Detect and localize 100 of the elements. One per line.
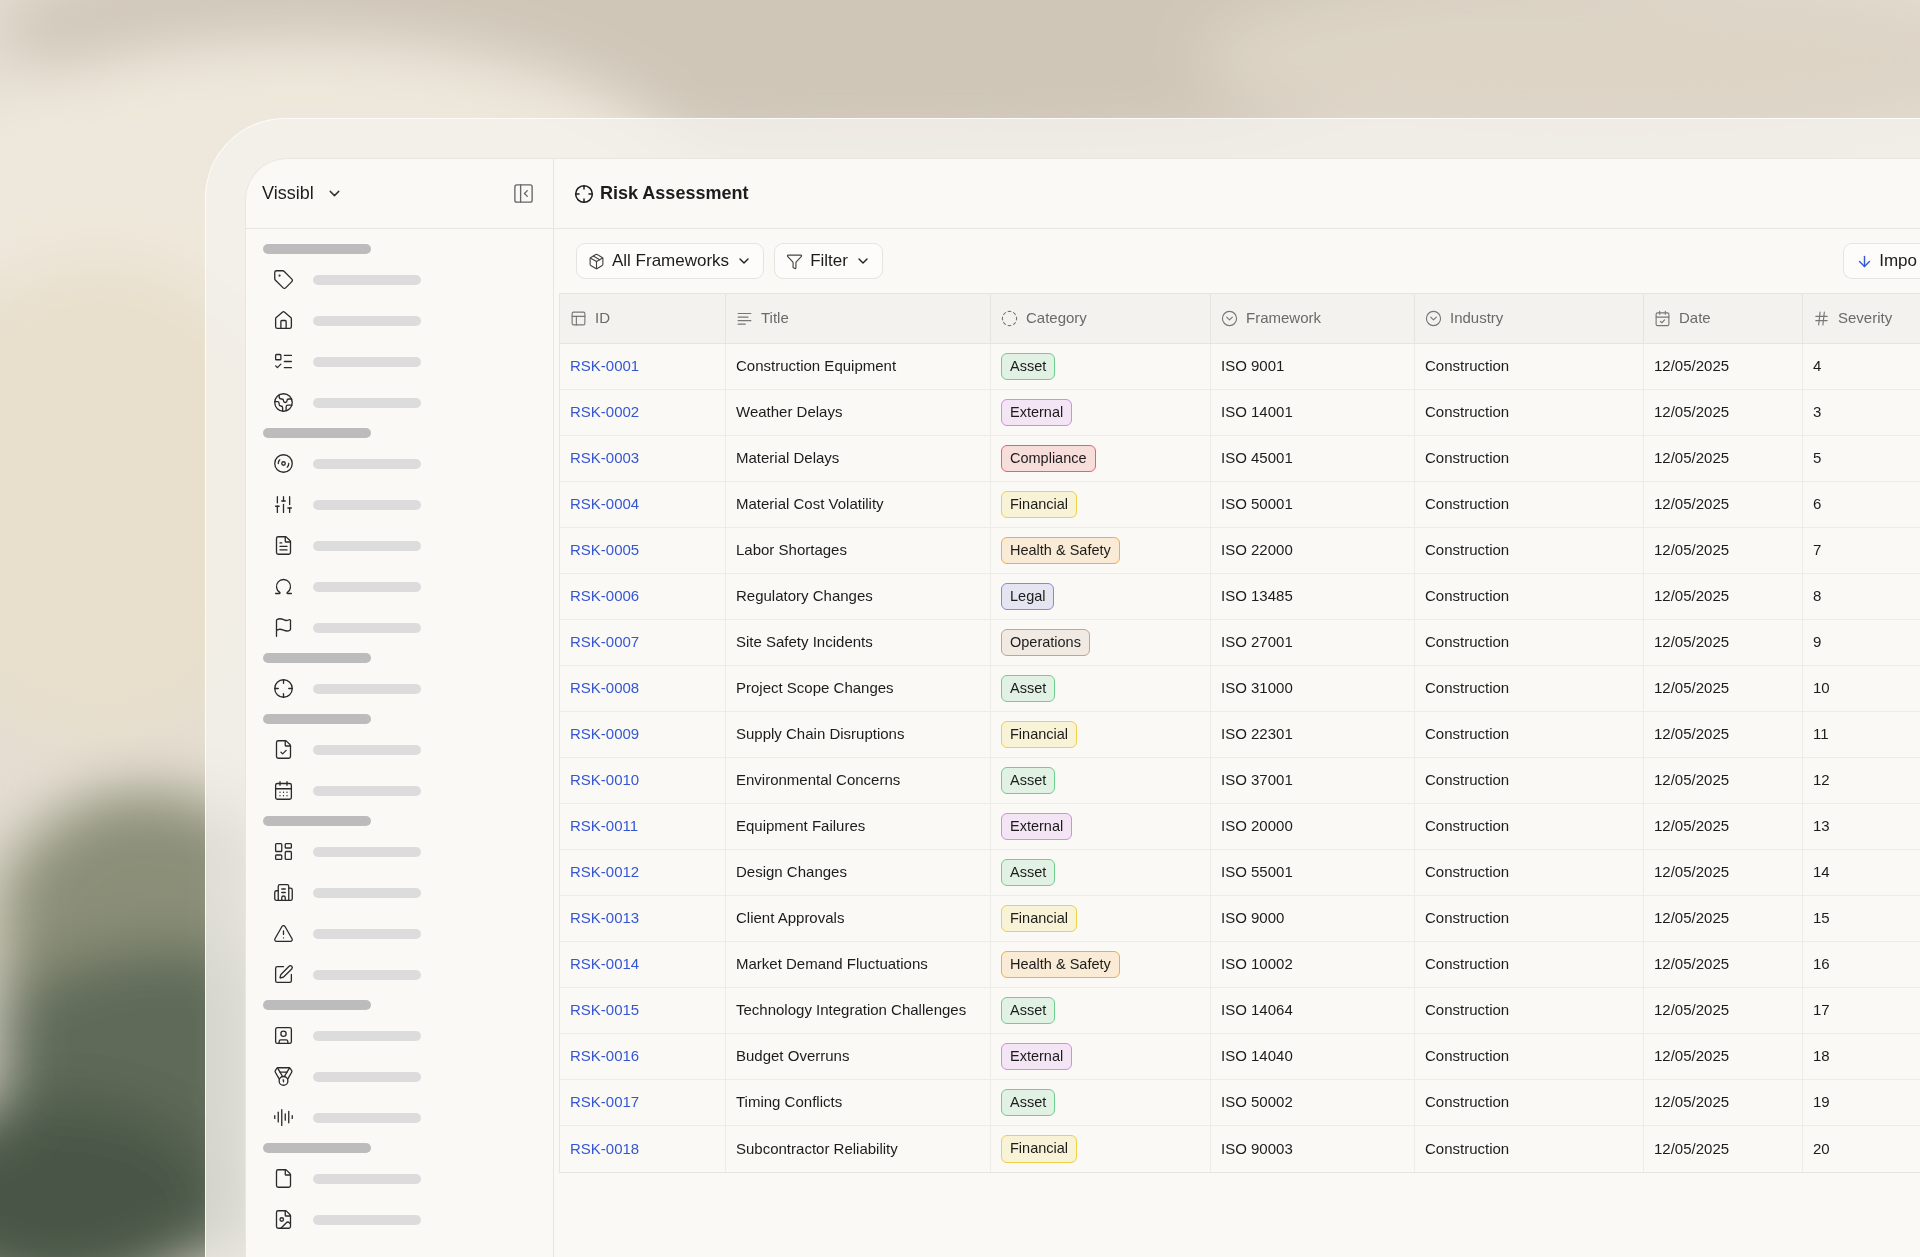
table-cell-text: ISO 14040 [1221, 1046, 1293, 1067]
column-header[interactable]: Severity [1838, 307, 1893, 330]
import-button[interactable]: Impo [1843, 243, 1920, 279]
table-cell-text: Construction [1425, 908, 1510, 929]
warning-icon[interactable] [273, 923, 294, 944]
table-cell-text: Construction [1425, 356, 1510, 377]
category-tag: Financial [1001, 1135, 1078, 1163]
disc-icon[interactable] [273, 453, 294, 474]
omega-icon[interactable] [273, 576, 294, 597]
risk-id-link[interactable]: RSK-0005 [570, 539, 640, 562]
risk-id-link[interactable]: RSK-0004 [570, 493, 640, 516]
table-cell-text: Design Changes [736, 862, 847, 883]
table-cell-text: Labor Shortages [736, 540, 847, 561]
table-cell-text: Timing Conflicts [736, 1092, 843, 1113]
table-cell-text: 20 [1813, 1138, 1830, 1159]
column-header[interactable]: Framework [1246, 307, 1321, 330]
table-cell-text: Site Safety Incidents [736, 632, 873, 653]
table-cell-text: 6 [1813, 494, 1822, 515]
risk-id-link[interactable]: RSK-0008 [570, 677, 640, 700]
table-cell-text: ISO 9000 [1221, 908, 1285, 929]
table-cell-text: 12/05/2025 [1654, 402, 1730, 423]
table-cell-text: ISO 9001 [1221, 356, 1285, 377]
risk-id-link[interactable]: RSK-0009 [570, 723, 640, 746]
table-cell-text: 12/05/2025 [1654, 540, 1730, 561]
table-cell-text: 9 [1813, 632, 1822, 653]
table-cell-text: ISO 14001 [1221, 402, 1293, 423]
edit-icon[interactable] [273, 964, 294, 985]
table-cell-text: Weather Delays [736, 402, 843, 423]
table-cell-text: 16 [1813, 954, 1830, 975]
table-cell-text: Supply Chain Disruptions [736, 724, 905, 745]
dropdown-button[interactable]: Filter [774, 243, 883, 279]
table-cell-text: ISO 27001 [1221, 632, 1293, 653]
dashboard-icon[interactable] [273, 841, 294, 862]
table-cell-text: Client Approvals [736, 908, 845, 929]
risk-id-link[interactable]: RSK-0014 [570, 953, 640, 976]
table-cell-text: 12/05/2025 [1654, 448, 1730, 469]
medal-icon[interactable] [273, 1066, 294, 1087]
risk-id-link[interactable]: RSK-0002 [570, 401, 640, 424]
filter-icon [786, 252, 804, 270]
table-cell-text: Budget Overruns [736, 1046, 850, 1067]
risk-id-link[interactable]: RSK-0001 [570, 355, 640, 378]
table-cell-text: 14 [1813, 862, 1830, 883]
table-cell-text: ISO 37001 [1221, 770, 1293, 791]
collapse-sidebar-icon[interactable] [512, 182, 535, 205]
table-cell-text: ISO 10002 [1221, 954, 1293, 975]
document-icon[interactable] [273, 535, 294, 556]
category-tag: Asset [1001, 996, 1056, 1025]
building-icon[interactable] [273, 882, 294, 903]
risk-id-link[interactable]: RSK-0012 [570, 861, 640, 884]
table-cell-text: 4 [1813, 356, 1822, 377]
table-cell-text: 12/05/2025 [1654, 678, 1730, 699]
column-header[interactable]: ID [595, 307, 610, 330]
user-icon[interactable] [273, 1025, 294, 1046]
table-cell-text: 18 [1813, 1046, 1830, 1067]
category-tag: Financial [1001, 490, 1078, 519]
risk-id-link[interactable]: RSK-0007 [570, 631, 640, 654]
table-cell-text: Market Demand Fluctuations [736, 954, 928, 975]
globe-icon[interactable] [273, 392, 294, 413]
audio-icon[interactable] [273, 1107, 294, 1128]
column-header[interactable]: Title [761, 307, 789, 330]
sliders-icon[interactable] [273, 494, 294, 515]
tag-icon[interactable] [273, 269, 294, 290]
table-cell-text: 17 [1813, 1000, 1830, 1021]
table-cell-text: 12/05/2025 [1654, 816, 1730, 837]
home-icon[interactable] [273, 310, 294, 331]
risk-id-link[interactable]: RSK-0015 [570, 999, 640, 1022]
column-header[interactable]: Category [1026, 307, 1087, 330]
table-cell-text: 10 [1813, 678, 1830, 699]
table-cell-text: Construction [1425, 1046, 1510, 1067]
dropdown-button[interactable]: All Frameworks [576, 243, 765, 279]
column-header[interactable]: Industry [1450, 307, 1504, 330]
risk-id-link[interactable]: RSK-0013 [570, 907, 640, 930]
table-cell-text: Material Cost Volatility [736, 494, 884, 515]
risk-id-link[interactable]: RSK-0017 [570, 1091, 640, 1114]
file-icon[interactable] [273, 1168, 294, 1189]
risk-id-link[interactable]: RSK-0003 [570, 447, 640, 470]
target-icon[interactable] [273, 678, 294, 699]
file-image-icon[interactable] [273, 1209, 294, 1230]
dashed-circle-icon [1001, 310, 1018, 327]
column-header[interactable]: Date [1679, 307, 1711, 330]
category-tag: Health & Safety [1001, 536, 1120, 565]
table-cell-text: ISO 22000 [1221, 540, 1293, 561]
risk-id-link[interactable]: RSK-0018 [570, 1137, 640, 1161]
calendar-icon[interactable] [273, 780, 294, 801]
table-cell-text: Construction [1425, 1092, 1510, 1113]
flag-icon[interactable] [273, 617, 294, 638]
risk-id-link[interactable]: RSK-0016 [570, 1045, 640, 1068]
table-cell-text: 12/05/2025 [1654, 724, 1730, 745]
table-cell-text: 12 [1813, 770, 1830, 791]
table-cell-text: 12/05/2025 [1654, 586, 1730, 607]
table-cell-text: Material Delays [736, 448, 840, 469]
table-cell-text: Construction [1425, 862, 1510, 883]
risk-id-link[interactable]: RSK-0006 [570, 585, 640, 608]
workspace-name[interactable]: Vissibl [262, 180, 314, 207]
table-cell-text: 12/05/2025 [1654, 1000, 1730, 1021]
category-tag: Asset [1001, 858, 1056, 887]
file-check-icon[interactable] [273, 739, 294, 760]
risk-id-link[interactable]: RSK-0010 [570, 769, 640, 792]
risk-id-link[interactable]: RSK-0011 [570, 815, 639, 838]
table-cell-text: Construction [1425, 954, 1510, 975]
